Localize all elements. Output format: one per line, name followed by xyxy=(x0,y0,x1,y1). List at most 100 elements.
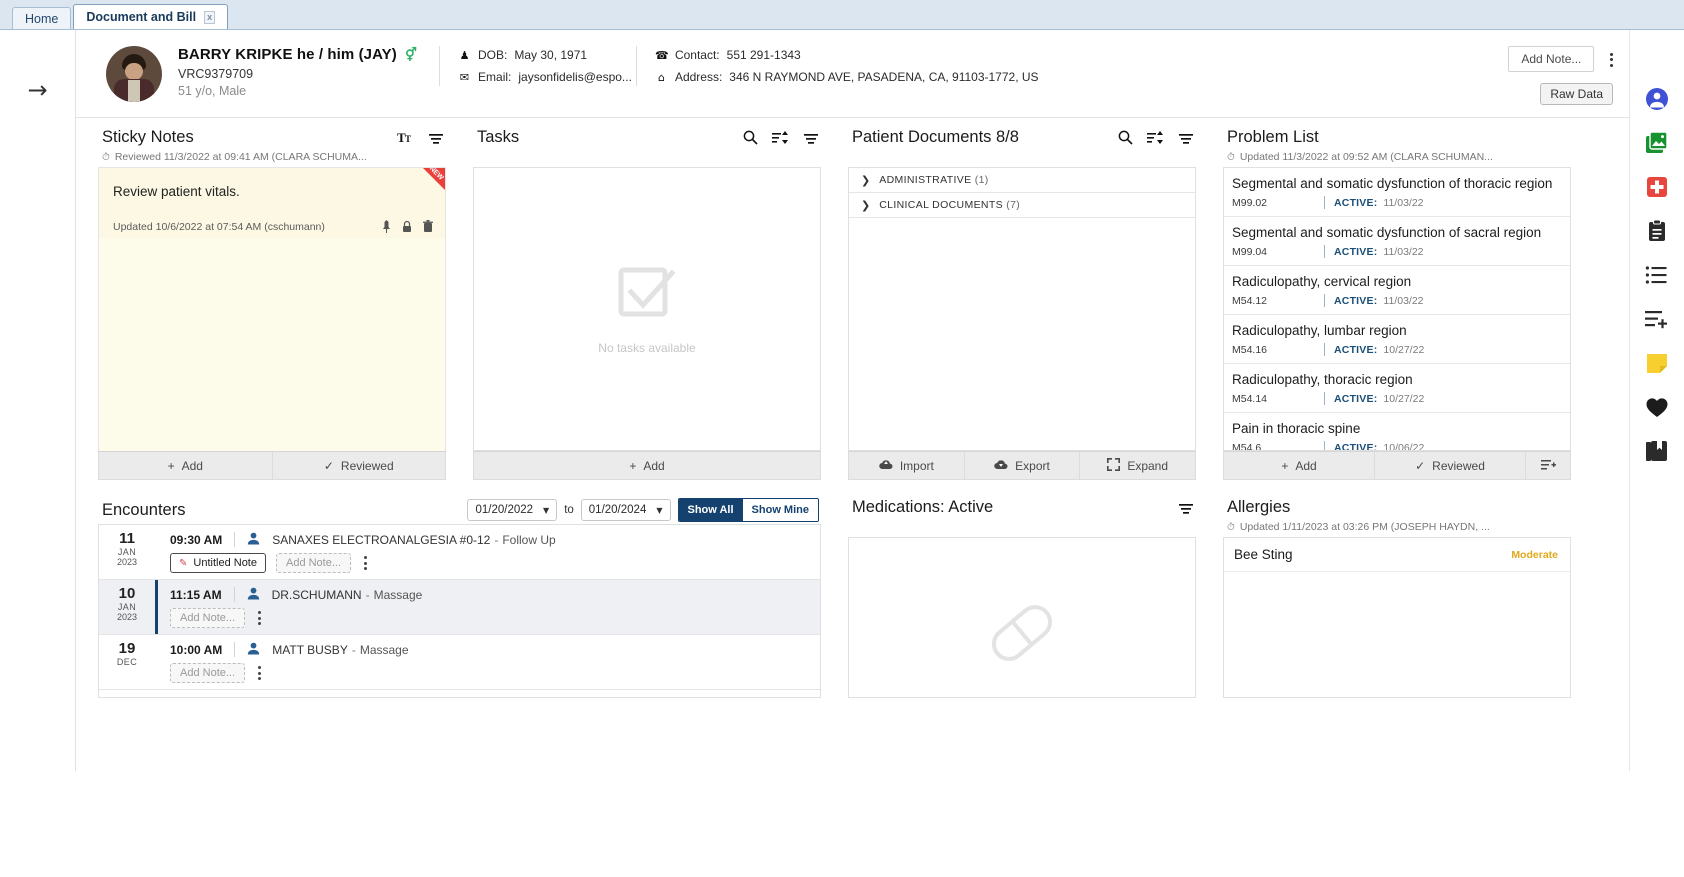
raw-data-button[interactable]: Raw Data xyxy=(1540,83,1613,105)
card-title: Tasks xyxy=(477,128,520,146)
more-vertical-icon[interactable] xyxy=(1610,50,1613,69)
list-item[interactable]: Bee Sting Moderate xyxy=(1224,538,1570,572)
dashboard-row-2: Encounters 01/20/2022 ▼ to 01/20/2024 ▼ xyxy=(98,498,1613,698)
table-row[interactable]: 19 DEC 10:00 AM MATT BUSBY - Massage Add… xyxy=(99,635,820,690)
tasks-header: Tasks xyxy=(473,128,821,149)
plus-icon: + xyxy=(1281,458,1289,473)
add-sticky-note-button[interactable]: + Add xyxy=(99,452,273,479)
button-label: Reviewed xyxy=(1432,458,1485,473)
show-all-button[interactable]: Show All xyxy=(678,499,743,521)
document-group-clinical-documents[interactable]: ❯ CLINICAL DOCUMENTS (7) xyxy=(849,193,1195,218)
medications-meta-spacer xyxy=(848,519,1196,537)
email-value[interactable]: jaysonfidelis@espo... xyxy=(518,70,632,84)
more-vertical-icon[interactable] xyxy=(255,609,264,628)
expand-sidebar-arrow-icon[interactable]: → xyxy=(27,78,47,102)
add-to-list-button[interactable] xyxy=(1526,452,1570,479)
document-group-administrative[interactable]: ❯ ADMINISTRATIVE (1) xyxy=(849,168,1195,193)
lock-icon[interactable] xyxy=(402,220,412,233)
list-item[interactable]: Pain in thoracic spine M54.6 ACTIVE: 10/06… xyxy=(1224,413,1570,450)
export-documents-button[interactable]: Export xyxy=(965,452,1081,479)
more-vertical-icon[interactable] xyxy=(255,664,264,683)
date-to-select[interactable]: 01/20/2024 ▼ xyxy=(580,499,671,521)
expand-documents-button[interactable]: Expand xyxy=(1080,452,1195,479)
problem-list-footer: + Add ✓ Reviewed xyxy=(1223,451,1571,480)
header-actions: Add Note... Raw Data xyxy=(1508,46,1613,105)
card-title: Sticky Notes xyxy=(102,128,194,146)
pin-icon[interactable] xyxy=(382,220,391,233)
encounter-type: Massage xyxy=(373,587,423,602)
text-format-icon[interactable]: TT xyxy=(397,130,414,145)
medications-panel xyxy=(848,537,1196,698)
sticky-note-icon[interactable] xyxy=(1644,350,1670,376)
search-icon[interactable] xyxy=(1118,130,1133,145)
browser-tab-strip: Home Document and Bill x xyxy=(0,0,1684,30)
add-problem-button[interactable]: + Add xyxy=(1224,452,1375,479)
list-add-icon xyxy=(1540,458,1556,474)
list-item[interactable]: Radiculopathy, cervical region M54.12 ACT… xyxy=(1224,266,1570,315)
person-circle-icon[interactable] xyxy=(1644,86,1670,112)
problem-date: 11/03/22 xyxy=(1383,196,1424,209)
patient-name-row: BARRY KRIPKE he / him (JAY) ⚥ xyxy=(178,46,417,63)
encounters-filter-toggle: Show All Show Mine xyxy=(677,498,819,522)
sort-icon[interactable] xyxy=(772,130,789,145)
import-documents-button[interactable]: Import xyxy=(849,452,965,479)
table-row[interactable]: 11 JAN 2023 09:30 AM SANAXES ELECTROANAL… xyxy=(99,525,820,580)
list-item[interactable]: Segmental and somatic dysfunction of sac… xyxy=(1224,217,1570,266)
table-row[interactable]: 10 JAN 2023 11:15 AM DR.SCHUMANN - Massa… xyxy=(99,580,820,635)
check-icon: ✓ xyxy=(1415,458,1426,473)
filter-icon[interactable] xyxy=(1178,501,1194,515)
show-mine-button[interactable]: Show Mine xyxy=(742,499,818,521)
trash-icon[interactable] xyxy=(423,220,433,233)
photos-icon[interactable] xyxy=(1644,130,1670,156)
sort-icon[interactable] xyxy=(1147,130,1164,145)
envelope-icon: ✉ xyxy=(459,70,470,84)
person-icon xyxy=(247,642,260,657)
status-badge: ACTIVE: xyxy=(1334,441,1378,451)
tab-document-and-bill[interactable]: Document and Bill x xyxy=(73,4,229,29)
cake-icon: ♟ xyxy=(459,48,470,62)
medications-card: Medications: Active xyxy=(848,498,1196,698)
gender-icon: ⚥ xyxy=(405,47,418,62)
list-item[interactable]: Radiculopathy, thoracic region M54.14 ACT… xyxy=(1224,364,1570,413)
add-note-button[interactable]: Add Note... xyxy=(1508,46,1595,72)
reviewed-sticky-notes-button[interactable]: ✓ Reviewed xyxy=(273,452,446,479)
problem-date: 10/27/22 xyxy=(1383,343,1425,356)
documents-meta-spacer xyxy=(848,149,1196,167)
more-vertical-icon[interactable] xyxy=(361,554,370,573)
filter-icon[interactable] xyxy=(803,131,819,145)
button-label: Add xyxy=(181,458,203,473)
close-icon[interactable]: x xyxy=(204,10,216,24)
status-badge: ACTIVE: xyxy=(1334,196,1378,209)
filter-icon[interactable] xyxy=(428,131,444,145)
search-icon[interactable] xyxy=(743,130,758,145)
list-item[interactable]: Radiculopathy, lumbar region M54.16 ACTIV… xyxy=(1224,315,1570,364)
list-item[interactable]: Segmental and somatic dysfunction of tho… xyxy=(1224,168,1570,217)
sticky-note[interactable]: NEW Review patient vitals. Updated 10/6/… xyxy=(99,168,445,451)
first-aid-icon[interactable] xyxy=(1644,174,1670,200)
plus-icon: + xyxy=(167,458,175,473)
status-badge: ACTIVE: xyxy=(1334,245,1378,258)
heart-icon[interactable] xyxy=(1644,394,1670,420)
date-from-value: 01/20/2022 xyxy=(475,504,534,516)
untitled-note-button[interactable]: ✎ Untitled Note xyxy=(170,553,266,573)
add-task-button[interactable]: + Add xyxy=(474,452,820,479)
encounter-date: 10 JAN 2023 xyxy=(99,580,155,634)
add-note-button[interactable]: Add Note... xyxy=(170,663,246,683)
status-badge: ACTIVE: xyxy=(1334,343,1378,356)
dob-value: May 30, 1971 xyxy=(514,48,588,62)
add-note-button[interactable]: Add Note... xyxy=(275,553,352,573)
problem-date: 10/06/22 xyxy=(1383,441,1425,451)
list-add-icon[interactable] xyxy=(1644,306,1670,332)
tab-home[interactable]: Home xyxy=(12,7,72,29)
clipboard-icon[interactable] xyxy=(1644,218,1670,244)
reviewed-problems-button[interactable]: ✓ Reviewed xyxy=(1375,452,1526,479)
book-bookmark-icon[interactable] xyxy=(1644,438,1670,464)
date-from-select[interactable]: 01/20/2022 ▼ xyxy=(467,499,558,521)
list-icon[interactable] xyxy=(1644,262,1670,288)
filter-icon[interactable] xyxy=(1178,131,1194,145)
add-note-button[interactable]: Add Note... xyxy=(170,608,246,628)
chevron-right-icon: ❯ xyxy=(861,173,871,187)
encounter-provider: MATT BUSBY xyxy=(272,642,348,657)
patient-documents-header: Patient Documents 8/8 xyxy=(848,128,1196,149)
avatar[interactable] xyxy=(106,46,162,102)
